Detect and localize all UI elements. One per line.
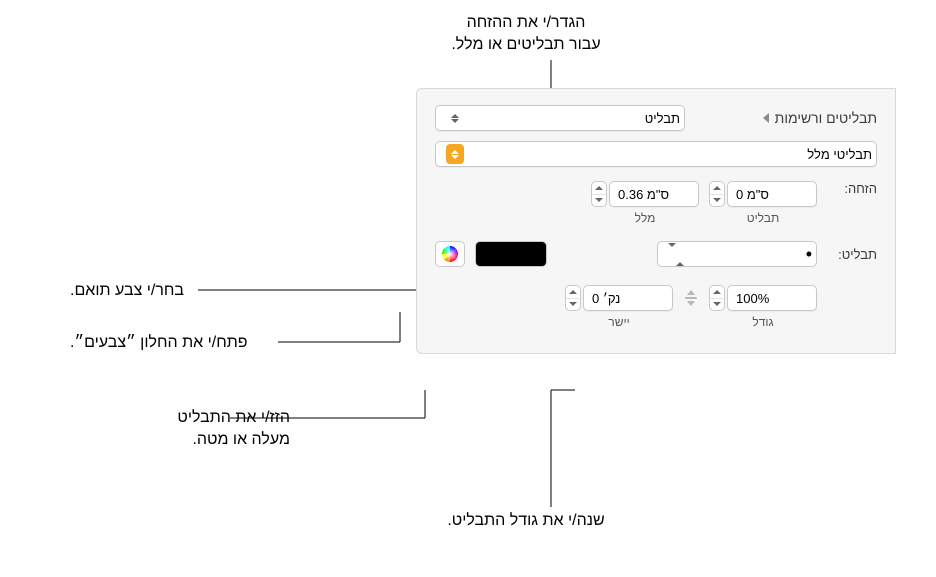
- size-input[interactable]: 100%: [727, 285, 817, 311]
- align-field: 0 נק׳: [565, 285, 673, 311]
- bullet-indent-input[interactable]: 0 ס"מ: [727, 181, 817, 207]
- align-stepper[interactable]: [565, 285, 581, 311]
- color-well-button[interactable]: [435, 241, 465, 267]
- stepper-down-icon[interactable]: [566, 299, 580, 311]
- bullet-symbol-popup[interactable]: •: [657, 241, 817, 267]
- stepper-up-icon[interactable]: [710, 286, 724, 299]
- align-icon: [683, 290, 699, 306]
- bullet-style-value: תבליטי מלל: [807, 147, 872, 162]
- color-wheel-icon: [440, 244, 460, 264]
- stepper-down-icon[interactable]: [710, 299, 724, 311]
- bullet-style-popup[interactable]: תבליטי מלל: [435, 141, 877, 167]
- callout-open-colors: פתח/י את החלון ״צבעים״.: [70, 332, 248, 354]
- callout-size: שנה/י את גודל התבליט.: [396, 510, 656, 532]
- text-indent-sublabel: מלל: [635, 211, 656, 225]
- bullet-symbol-value: •: [806, 244, 812, 265]
- bullets-lists-panel: תבליטים ורשימות תבליט תבליטי מלל הזחה: 0…: [416, 88, 896, 354]
- updown-arrows-icon: [446, 144, 464, 164]
- size-field: 100%: [709, 285, 817, 311]
- disclosure-icon: [763, 113, 769, 123]
- size-sublabel: גודל: [752, 315, 773, 329]
- bullet-color-swatch[interactable]: [475, 241, 547, 267]
- indent-label: הזחה:: [827, 181, 877, 196]
- bullet-indent-field: 0 ס"מ: [709, 181, 817, 207]
- bullet-indent-sublabel: תבליט: [747, 211, 780, 225]
- callout-shift: הזז/י את התבליט מעלה או מטה.: [70, 407, 290, 450]
- align-input[interactable]: 0 נק׳: [583, 285, 673, 311]
- text-indent-stepper[interactable]: [591, 181, 607, 207]
- callout-match-color: בחר/י צבע תואם.: [70, 280, 184, 302]
- stepper-up-icon[interactable]: [566, 286, 580, 299]
- bullet-label: תבליט:: [827, 247, 877, 262]
- text-indent-field: 0.36 ס"מ: [591, 181, 699, 207]
- bullets-type-popup[interactable]: תבליט: [435, 105, 685, 131]
- section-title: תבליטים ורשימות: [775, 110, 877, 126]
- callout-indent-line1: הגדר/י את ההזחה עבור תבליטים או מלל.: [451, 14, 600, 53]
- size-stepper[interactable]: [709, 285, 725, 311]
- bullets-type-value: תבליט: [645, 111, 680, 126]
- updown-arrows-icon: [668, 247, 684, 262]
- bullet-indent-stepper[interactable]: [709, 181, 725, 207]
- stepper-down-icon[interactable]: [592, 195, 606, 207]
- text-indent-input[interactable]: 0.36 ס"מ: [609, 181, 699, 207]
- section-header[interactable]: תבליטים ורשימות תבליט: [435, 105, 877, 131]
- updown-arrows-icon: [446, 108, 464, 128]
- callout-indent: הגדר/י את ההזחה עבור תבליטים או מלל.: [396, 12, 656, 55]
- stepper-down-icon[interactable]: [710, 195, 724, 207]
- stepper-up-icon[interactable]: [592, 182, 606, 195]
- align-sublabel: יישר: [608, 315, 629, 329]
- stepper-up-icon[interactable]: [710, 182, 724, 195]
